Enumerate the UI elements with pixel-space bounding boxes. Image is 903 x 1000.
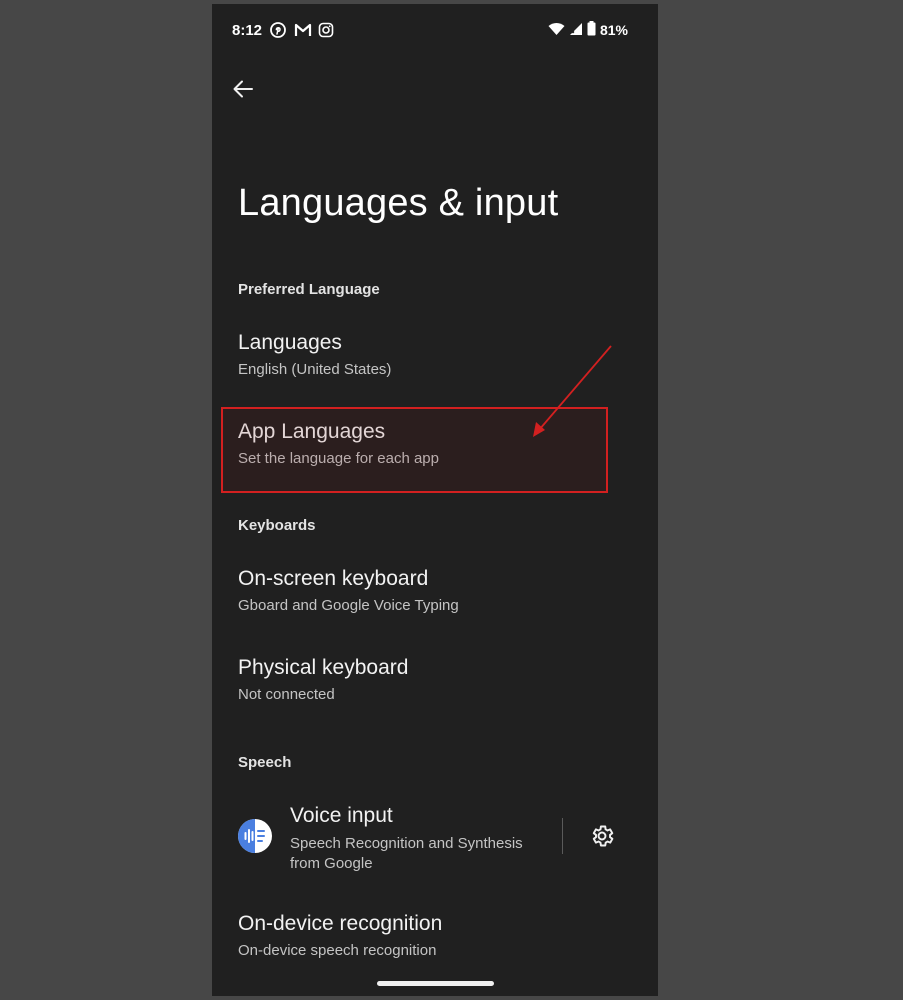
item-summary: Speech Recognition and Synthesis from Go… <box>290 835 523 872</box>
item-title: App Languages <box>238 420 386 443</box>
section-header-keyboards: Keyboards <box>238 517 316 534</box>
wifi-icon <box>548 22 565 39</box>
back-button[interactable] <box>230 76 256 102</box>
voice-input-icon <box>238 819 272 853</box>
gear-icon <box>592 825 614 847</box>
item-summary: Set the language for each app <box>238 450 439 467</box>
cellular-signal-icon <box>569 22 583 39</box>
voice-input-item[interactable]: Voice input Speech Recognition and Synth… <box>212 802 658 882</box>
section-header-speech: Speech <box>238 754 292 771</box>
instagram-icon <box>318 22 334 38</box>
gmail-icon <box>294 22 312 38</box>
item-title: On-device recognition <box>238 912 443 935</box>
section-header-preferred-language: Preferred Language <box>238 281 380 298</box>
app-languages-item[interactable]: App Languages Set the language for each … <box>212 420 658 480</box>
pinterest-icon <box>270 22 286 38</box>
item-summary: English (United States) <box>238 361 392 378</box>
item-summary: On-device speech recognition <box>238 942 437 959</box>
battery-percent: 81% <box>599 22 628 38</box>
languages-item[interactable]: Languages English (United States) <box>212 331 658 391</box>
page-title: Languages & input <box>238 182 559 224</box>
gesture-navigation-handle[interactable] <box>377 981 494 986</box>
phone-screen: 8:12 81% Languages & input Preferred Lan… <box>212 4 658 996</box>
system-icons: 81% <box>548 21 628 39</box>
physical-keyboard-item[interactable]: Physical keyboard Not connected <box>212 656 658 716</box>
item-title: On-screen keyboard <box>238 567 429 590</box>
on-device-recognition-item[interactable]: On-device recognition On-device speech r… <box>212 912 658 972</box>
status-bar: 8:12 81% <box>212 4 658 56</box>
item-title: Physical keyboard <box>238 656 409 679</box>
notification-icons <box>270 22 334 38</box>
status-time: 8:12 <box>232 22 263 39</box>
item-title: Voice input <box>290 804 393 827</box>
item-summary: Gboard and Google Voice Typing <box>238 597 459 614</box>
battery-icon <box>587 21 596 39</box>
item-summary: Not connected <box>238 686 335 703</box>
item-title: Languages <box>238 331 342 354</box>
voice-input-settings-button[interactable] <box>589 823 615 849</box>
divider <box>562 818 563 854</box>
back-arrow-icon <box>233 80 253 98</box>
on-screen-keyboard-item[interactable]: On-screen keyboard Gboard and Google Voi… <box>212 567 658 627</box>
